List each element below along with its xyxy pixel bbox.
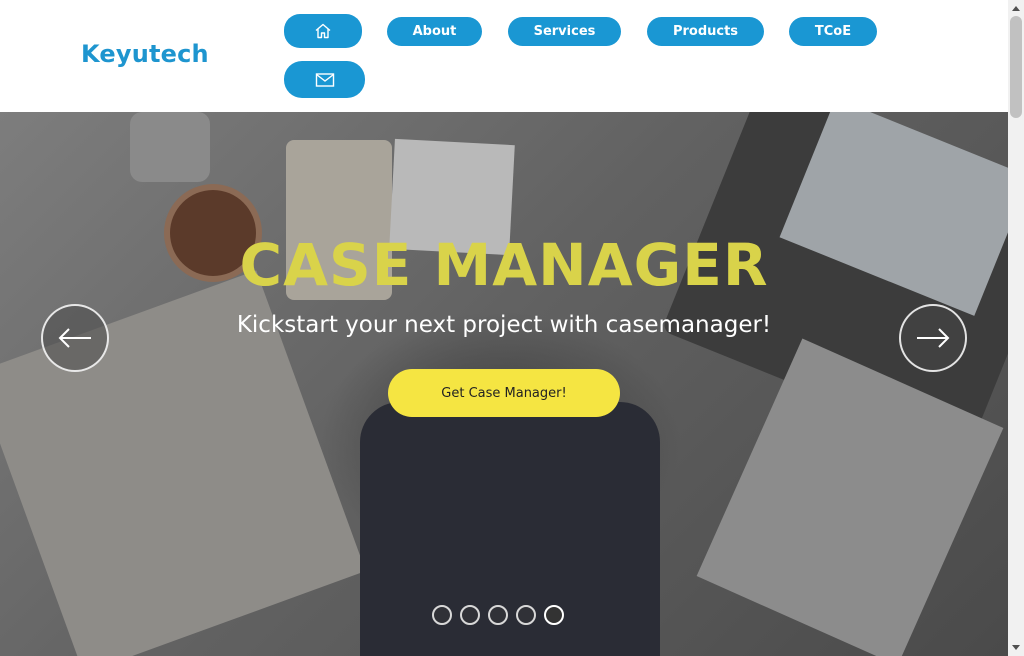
plant-decoration <box>130 112 210 182</box>
nav-about-button[interactable]: About <box>387 17 482 46</box>
scroll-thumb[interactable] <box>1010 16 1022 118</box>
hero-carousel: CASE MANAGER Kickstart your next project… <box>0 112 1008 656</box>
nav-contact-button[interactable] <box>284 61 365 98</box>
home-icon <box>315 23 331 39</box>
hero-subtitle: Kickstart your next project with caseman… <box>236 312 772 338</box>
hero-title: CASE MANAGER <box>239 231 769 299</box>
carousel-dot-4[interactable] <box>516 605 536 625</box>
site-header: Keyutech About Services Products TCoE <box>0 0 1008 112</box>
carousel-indicators <box>432 605 564 625</box>
scroll-up-button[interactable] <box>1008 0 1024 16</box>
page-scrollbar[interactable] <box>1008 0 1024 656</box>
carousel-dot-3[interactable] <box>488 605 508 625</box>
carousel-dot-5[interactable] <box>544 605 564 625</box>
arrow-right-icon <box>917 328 950 348</box>
carousel-dot-1[interactable] <box>432 605 452 625</box>
carousel-prev-button[interactable] <box>41 304 109 372</box>
nav-home-button[interactable] <box>284 14 362 48</box>
carousel-next-button[interactable] <box>899 304 967 372</box>
nav-services-button[interactable]: Services <box>508 17 621 46</box>
mail-icon <box>315 72 334 87</box>
scroll-down-button[interactable] <box>1008 640 1024 656</box>
triangle-down-icon <box>1012 645 1020 650</box>
carousel-dot-2[interactable] <box>460 605 480 625</box>
get-case-manager-button[interactable]: Get Case Manager! <box>388 369 620 417</box>
nav-tcoe-button[interactable]: TCoE <box>789 17 877 46</box>
brand-logo[interactable]: Keyutech <box>81 40 209 68</box>
arrow-left-icon <box>58 328 91 348</box>
triangle-up-icon <box>1012 6 1020 11</box>
nav-products-button[interactable]: Products <box>647 17 764 46</box>
